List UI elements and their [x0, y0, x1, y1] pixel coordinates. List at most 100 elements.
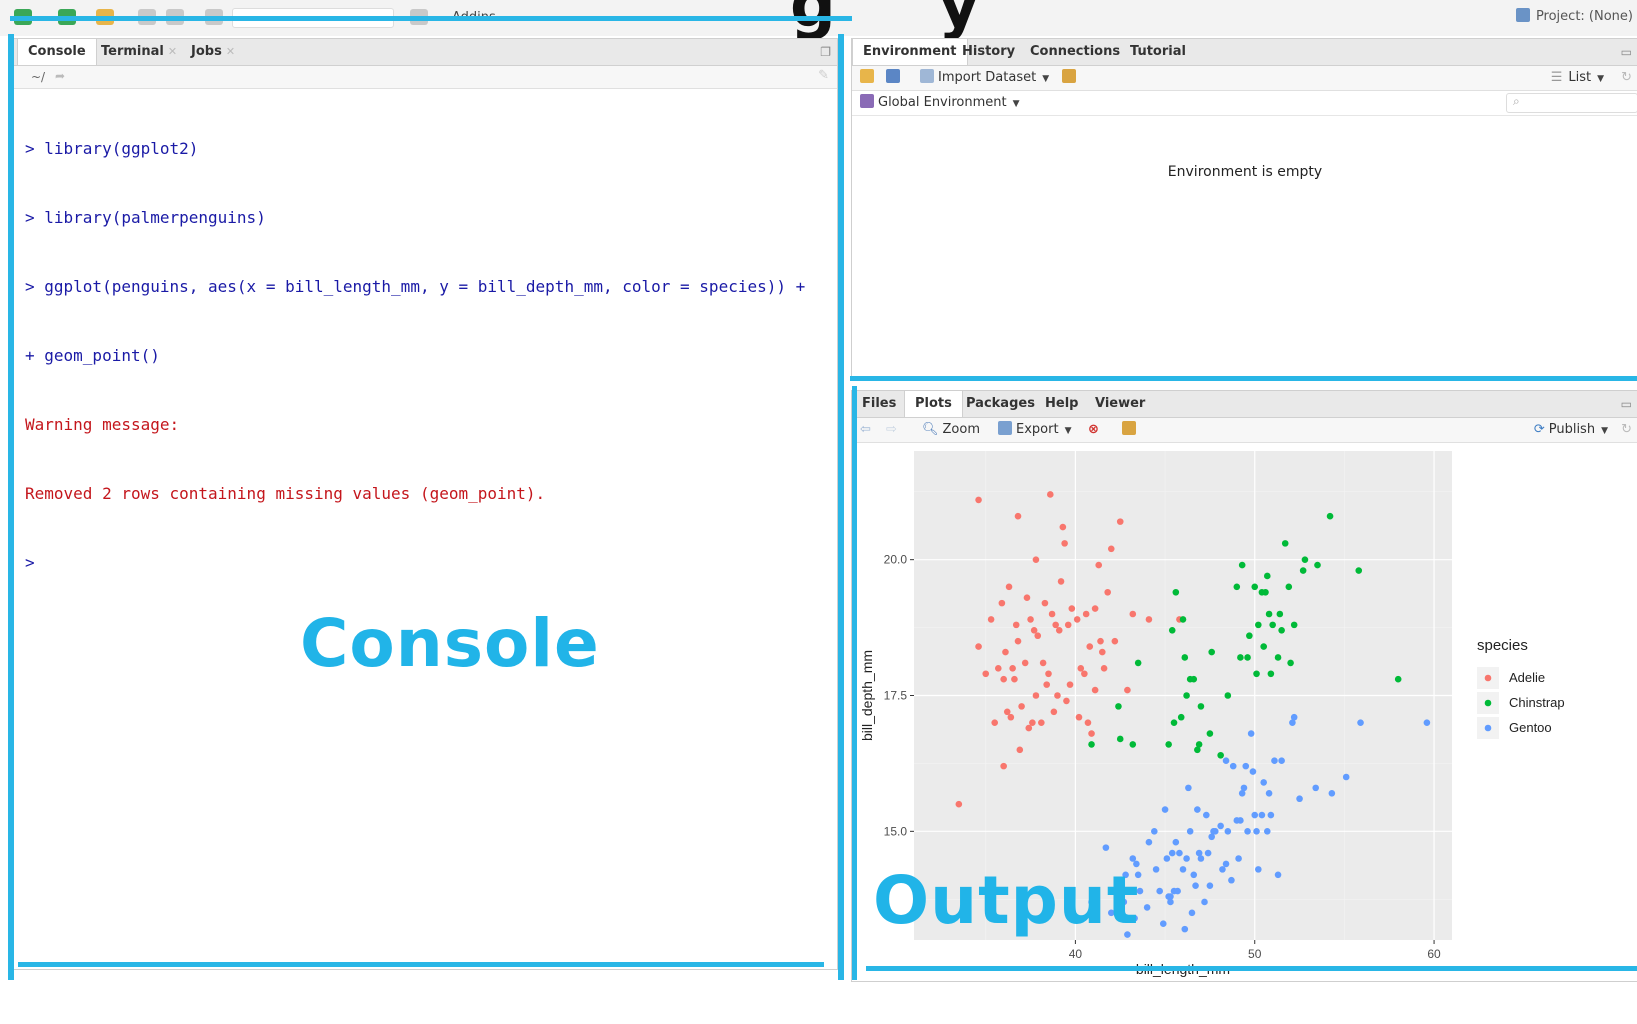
data-point-gentoo — [1186, 828, 1194, 835]
tab-plots-label: Plots — [915, 396, 952, 411]
environment-search-input[interactable]: ⌕ — [1506, 93, 1637, 113]
legend-key-point-adelie — [1484, 674, 1492, 682]
data-point-gentoo — [1197, 855, 1205, 862]
console-prompt[interactable]: > — [25, 551, 805, 574]
tab-viewer[interactable]: Viewer — [1085, 391, 1155, 417]
export-button[interactable]: Export ▼ — [998, 421, 1071, 439]
console-line: > ggplot(penguins, aes(x = bill_length_m… — [25, 277, 806, 296]
data-point-gentoo — [1251, 811, 1259, 819]
data-point-adelie — [1068, 605, 1076, 612]
maximize-pane-icon[interactable]: ▭ — [1621, 397, 1632, 411]
data-point-adelie — [1029, 719, 1036, 726]
data-point-chinstrap — [1269, 621, 1276, 629]
data-point-adelie — [1000, 675, 1007, 683]
annotation-border — [10, 16, 852, 21]
data-point-chinstrap — [1287, 659, 1294, 667]
console-output[interactable]: > library(ggplot2) > library(palmerpengu… — [25, 91, 805, 620]
data-point-gentoo — [1102, 844, 1110, 851]
data-point-adelie — [982, 670, 990, 678]
refresh-icon[interactable]: ↻ — [1621, 69, 1632, 87]
data-point-gentoo — [1159, 920, 1167, 927]
data-point-chinstrap — [1262, 588, 1269, 596]
data-point-chinstrap — [1299, 567, 1307, 574]
go-to-directory-icon[interactable]: ➦ — [55, 67, 65, 85]
chevron-down-icon: ▼ — [1012, 99, 1020, 109]
publish-button[interactable]: ⟳ Publish ▼ — [1534, 421, 1608, 439]
tab-history[interactable]: History — [952, 39, 1025, 65]
console-warning-line: Removed 2 rows containing missing values… — [25, 484, 546, 503]
tab-packages[interactable]: Packages — [956, 391, 1045, 417]
data-point-chinstrap — [1285, 583, 1293, 591]
annotation-border — [866, 966, 1637, 971]
data-point-adelie — [1021, 659, 1029, 667]
project-menu[interactable]: Project: (None) — [1515, 8, 1633, 24]
data-point-adelie — [1052, 621, 1059, 629]
data-point-adelie — [1084, 719, 1092, 726]
restore-pane-icon[interactable]: ❐ — [820, 45, 831, 59]
working-directory[interactable]: ~/ — [31, 68, 45, 86]
data-point-gentoo — [1204, 849, 1212, 857]
environment-scope-select[interactable]: Global Environment ▼ — [860, 94, 1020, 112]
next-plot-icon[interactable]: ⇨ — [886, 421, 897, 439]
data-point-adelie — [987, 616, 995, 623]
close-jobs-icon[interactable]: ✕ — [226, 45, 235, 58]
data-point-adelie — [1050, 708, 1058, 716]
data-point-gentoo — [1163, 855, 1171, 862]
data-point-gentoo — [1328, 790, 1336, 797]
data-point-gentoo — [1145, 838, 1153, 846]
tab-packages-label: Packages — [966, 396, 1035, 411]
data-point-gentoo — [1151, 828, 1158, 835]
open-workspace-icon[interactable] — [860, 69, 878, 87]
data-point-adelie — [1086, 643, 1094, 650]
tab-help[interactable]: Help — [1035, 391, 1088, 417]
data-point-gentoo — [1224, 828, 1232, 835]
clear-console-icon[interactable]: ✎ — [818, 67, 829, 85]
data-point-adelie — [1077, 665, 1085, 672]
data-point-gentoo — [1188, 909, 1196, 917]
data-point-chinstrap — [1267, 670, 1275, 678]
remove-plot-icon[interactable]: ⊗ — [1088, 421, 1099, 439]
save-workspace-icon[interactable] — [886, 69, 904, 87]
tab-jobs[interactable]: Jobs ✕ — [181, 39, 245, 65]
data-point-chinstrap — [1208, 648, 1215, 656]
tab-environment[interactable]: Environment — [852, 39, 968, 65]
data-point-gentoo — [1260, 779, 1267, 786]
zoom-button[interactable]: 🔍︎ Zoom — [922, 421, 980, 439]
data-point-adelie — [1091, 686, 1099, 694]
data-point-chinstrap — [1177, 713, 1185, 721]
data-point-adelie — [1057, 578, 1065, 585]
tab-tutorial[interactable]: Tutorial — [1120, 39, 1196, 65]
data-point-chinstrap — [1134, 659, 1142, 667]
data-point-gentoo — [1201, 898, 1208, 906]
output-tabbar: Files Plots Packages Help Viewer ▭ — [852, 391, 1637, 418]
data-point-gentoo — [1222, 860, 1230, 868]
tab-files[interactable]: Files — [852, 391, 906, 417]
clear-plots-icon[interactable] — [1122, 421, 1140, 439]
annotation-border — [8, 34, 14, 980]
data-point-chinstrap — [1251, 583, 1259, 591]
data-point-adelie — [1063, 697, 1070, 705]
data-point-adelie — [975, 643, 982, 650]
view-mode-button[interactable]: ☰ List ▼ — [1551, 69, 1604, 87]
data-point-chinstrap — [1244, 654, 1251, 661]
clear-workspace-icon[interactable] — [1062, 69, 1080, 87]
data-point-gentoo — [1222, 757, 1230, 764]
x-tick-label: 50 — [1248, 947, 1262, 961]
data-point-chinstrap — [1276, 610, 1284, 618]
legend-label-chinstrap: Chinstrap — [1509, 695, 1565, 710]
import-dataset-button[interactable]: Import Dataset ▼ — [920, 69, 1049, 87]
tab-plots[interactable]: Plots — [904, 391, 963, 417]
close-terminal-icon[interactable]: ✕ — [168, 45, 177, 58]
x-tick-label: 40 — [1069, 947, 1083, 961]
console-pane: Console Terminal ✕ Jobs ✕ ❐ ~/ ➦ ✎ > libra… — [10, 38, 838, 970]
data-point-gentoo — [1357, 719, 1364, 726]
tab-terminal[interactable]: Terminal ✕ — [91, 39, 187, 65]
annotation-border — [18, 962, 824, 967]
tab-jobs-label: Jobs — [191, 44, 222, 59]
refresh-icon[interactable]: ↻ — [1621, 421, 1632, 439]
tab-connections[interactable]: Connections — [1020, 39, 1130, 65]
tab-console[interactable]: Console — [17, 39, 97, 65]
data-point-adelie — [1000, 762, 1007, 770]
previous-plot-icon[interactable]: ⇦ — [860, 421, 871, 439]
maximize-pane-icon[interactable]: ▭ — [1621, 45, 1632, 59]
